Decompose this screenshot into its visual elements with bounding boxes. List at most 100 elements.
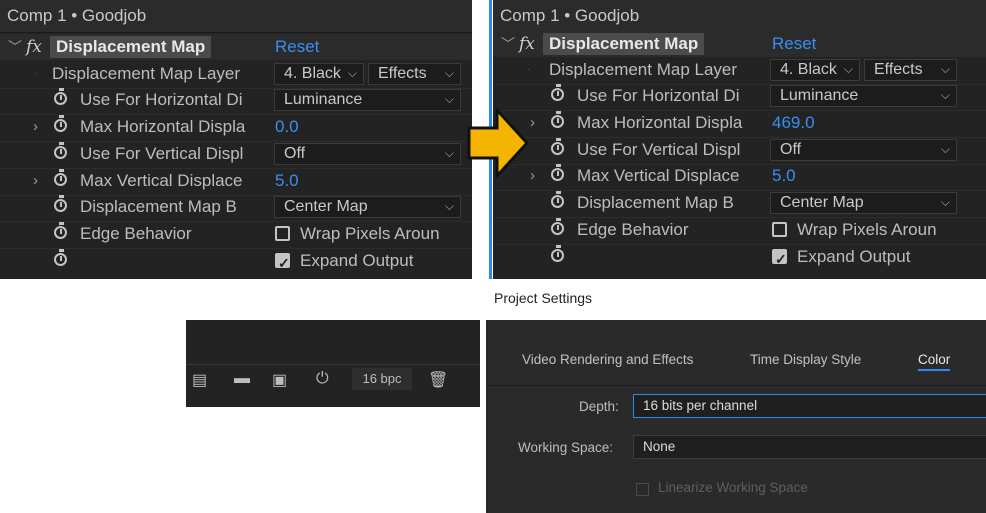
property-label: Edge Behavior bbox=[80, 224, 192, 243]
stopwatch-icon[interactable] bbox=[54, 249, 67, 266]
tab-divider bbox=[486, 385, 986, 386]
effect-controls-panel-after: Comp 1 • Goodjob ﹀ fx Displacement Map R… bbox=[493, 0, 986, 279]
working-space-label: Working Space: bbox=[518, 440, 614, 455]
source-dropdown[interactable]: Effects ⌵ bbox=[368, 63, 461, 85]
effect-name[interactable]: Displacement Map bbox=[50, 36, 212, 58]
property-label: Max Horizontal Displa bbox=[80, 117, 246, 136]
linearize-label: Linearize Working Space bbox=[658, 480, 808, 495]
twirl-down-icon[interactable]: ﹀ bbox=[8, 34, 22, 60]
checkbox-label: Wrap Pixels Aroun bbox=[797, 220, 937, 239]
stopwatch-icon[interactable] bbox=[54, 115, 67, 132]
layer-dropdown[interactable]: 4. Black ⌵ bbox=[770, 59, 860, 81]
chevron-down-icon: ⌵ bbox=[940, 88, 950, 102]
dropdown-value: Off bbox=[780, 141, 802, 158]
max-vertical-value[interactable]: 5.0 bbox=[275, 168, 299, 194]
twirl-right-icon[interactable]: › bbox=[530, 163, 535, 189]
stopwatch-icon[interactable] bbox=[551, 218, 564, 235]
property-label: Max Vertical Displace bbox=[80, 171, 243, 190]
checkbox-label: Expand Output bbox=[300, 251, 414, 270]
vertical-source-dropdown[interactable]: Off ⌵ bbox=[274, 143, 461, 165]
project-panel-footer: ▤ ▬ ▣ ⏻ 16 bpc 🗑 bbox=[186, 320, 480, 407]
depth-label: Depth: bbox=[579, 399, 619, 414]
horizontal-source-dropdown[interactable]: Luminance ⌵ bbox=[274, 89, 461, 111]
property-row: › Max Vertical Displace 5.0 bbox=[493, 163, 986, 191]
dot-marker: · bbox=[34, 68, 38, 79]
dropdown-value: 4. Black bbox=[780, 61, 837, 78]
stopwatch-icon[interactable] bbox=[551, 111, 564, 128]
project-toolbar: ▤ ▬ ▣ ⏻ 16 bpc 🗑 bbox=[186, 364, 480, 393]
stopwatch-icon[interactable] bbox=[54, 222, 67, 239]
chevron-down-icon: ⌵ bbox=[843, 62, 853, 76]
interpret-footage-icon[interactable]: ▤ bbox=[192, 370, 207, 390]
stopwatch-icon[interactable] bbox=[551, 84, 564, 101]
fx-icon[interactable]: fx bbox=[26, 34, 42, 60]
bit-depth-button[interactable]: 16 bpc bbox=[352, 368, 412, 390]
chevron-down-icon: ⌵ bbox=[940, 62, 950, 76]
effect-header-row[interactable]: ﹀ fx Displacement Map Reset bbox=[0, 34, 472, 60]
chevron-down-icon: ⌵ bbox=[444, 92, 454, 106]
dot-marker: · bbox=[527, 64, 531, 75]
horizontal-source-dropdown[interactable]: Luminance ⌵ bbox=[770, 85, 957, 107]
dropdown-value: Effects bbox=[874, 61, 923, 78]
expand-output-checkbox[interactable] bbox=[275, 250, 290, 276]
stopwatch-icon[interactable] bbox=[551, 138, 564, 155]
property-label: Edge Behavior bbox=[577, 220, 689, 239]
stopwatch-icon[interactable] bbox=[54, 195, 67, 212]
property-row: Expand Output bbox=[493, 244, 986, 272]
property-row: Use For Vertical Displ Off ⌵ bbox=[493, 137, 986, 165]
stopwatch-icon[interactable] bbox=[551, 191, 564, 208]
layer-dropdown[interactable]: 4. Black ⌵ bbox=[274, 63, 364, 85]
working-space-dropdown[interactable]: None bbox=[633, 435, 986, 459]
chevron-down-icon: ⌵ bbox=[940, 142, 950, 156]
project-settings-dialog: Video Rendering and Effects Time Display… bbox=[486, 320, 986, 513]
dropdown-value: Center Map bbox=[780, 194, 864, 211]
dropdown-value: Luminance bbox=[780, 87, 859, 104]
dialog-title: Project Settings bbox=[494, 290, 593, 306]
tab-time-display[interactable]: Time Display Style bbox=[750, 352, 861, 367]
chevron-down-icon: ⌵ bbox=[444, 199, 454, 213]
comp-header: Comp 1 • Goodjob bbox=[493, 0, 986, 33]
max-horizontal-value[interactable]: 0.0 bbox=[275, 114, 299, 140]
vertical-source-dropdown[interactable]: Off ⌵ bbox=[770, 139, 957, 161]
twirl-right-icon[interactable]: › bbox=[33, 114, 38, 140]
twirl-right-icon[interactable]: › bbox=[530, 110, 535, 136]
checkbox-label: Expand Output bbox=[797, 247, 911, 266]
property-label: Displacement Map Layer bbox=[52, 64, 241, 83]
property-label: Max Vertical Displace bbox=[577, 166, 740, 185]
expand-output-checkbox[interactable] bbox=[772, 246, 787, 272]
property-row: Displacement Map B Center Map ⌵ bbox=[0, 194, 472, 222]
max-horizontal-value[interactable]: 469.0 bbox=[772, 110, 815, 136]
effect-header-row[interactable]: ﹀ fx Displacement Map Reset bbox=[493, 31, 986, 57]
stopwatch-icon[interactable] bbox=[54, 169, 67, 186]
reset-link[interactable]: Reset bbox=[772, 31, 816, 57]
map-behavior-dropdown[interactable]: Center Map ⌵ bbox=[274, 196, 461, 218]
wrap-pixels-checkbox[interactable] bbox=[772, 222, 787, 237]
property-row: › Max Vertical Displace 5.0 bbox=[0, 168, 472, 196]
twirl-down-icon[interactable]: ﹀ bbox=[501, 31, 515, 57]
arrow-right-icon bbox=[467, 108, 529, 178]
max-vertical-value[interactable]: 5.0 bbox=[772, 163, 796, 189]
stopwatch-icon[interactable] bbox=[551, 245, 564, 262]
trash-icon[interactable]: 🗑 bbox=[428, 370, 448, 390]
depth-dropdown[interactable]: 16 bits per channel bbox=[633, 394, 986, 418]
tab-color[interactable]: Color bbox=[918, 352, 951, 371]
stopwatch-icon[interactable] bbox=[551, 164, 564, 181]
composition-icon[interactable]: ▣ bbox=[272, 370, 287, 390]
map-behavior-dropdown[interactable]: Center Map ⌵ bbox=[770, 192, 957, 214]
chevron-down-icon: ⌵ bbox=[940, 195, 950, 209]
effect-name[interactable]: Displacement Map bbox=[543, 33, 705, 55]
fx-icon[interactable]: fx bbox=[519, 31, 535, 57]
reset-link[interactable]: Reset bbox=[275, 34, 319, 60]
folder-icon[interactable]: ▬ bbox=[234, 370, 250, 388]
property-label: Displacement Map B bbox=[577, 193, 734, 212]
tab-video-rendering[interactable]: Video Rendering and Effects bbox=[522, 352, 693, 367]
linearize-checkbox bbox=[636, 483, 649, 496]
stopwatch-icon[interactable] bbox=[54, 88, 67, 105]
twirl-right-icon[interactable]: › bbox=[33, 168, 38, 194]
source-dropdown[interactable]: Effects ⌵ bbox=[864, 59, 957, 81]
property-row: Expand Output bbox=[0, 248, 472, 276]
chevron-down-icon: ⌵ bbox=[444, 146, 454, 160]
wrap-pixels-checkbox[interactable] bbox=[275, 226, 290, 241]
flowchart-icon[interactable]: ⏻ bbox=[316, 370, 329, 388]
stopwatch-icon[interactable] bbox=[54, 142, 67, 159]
